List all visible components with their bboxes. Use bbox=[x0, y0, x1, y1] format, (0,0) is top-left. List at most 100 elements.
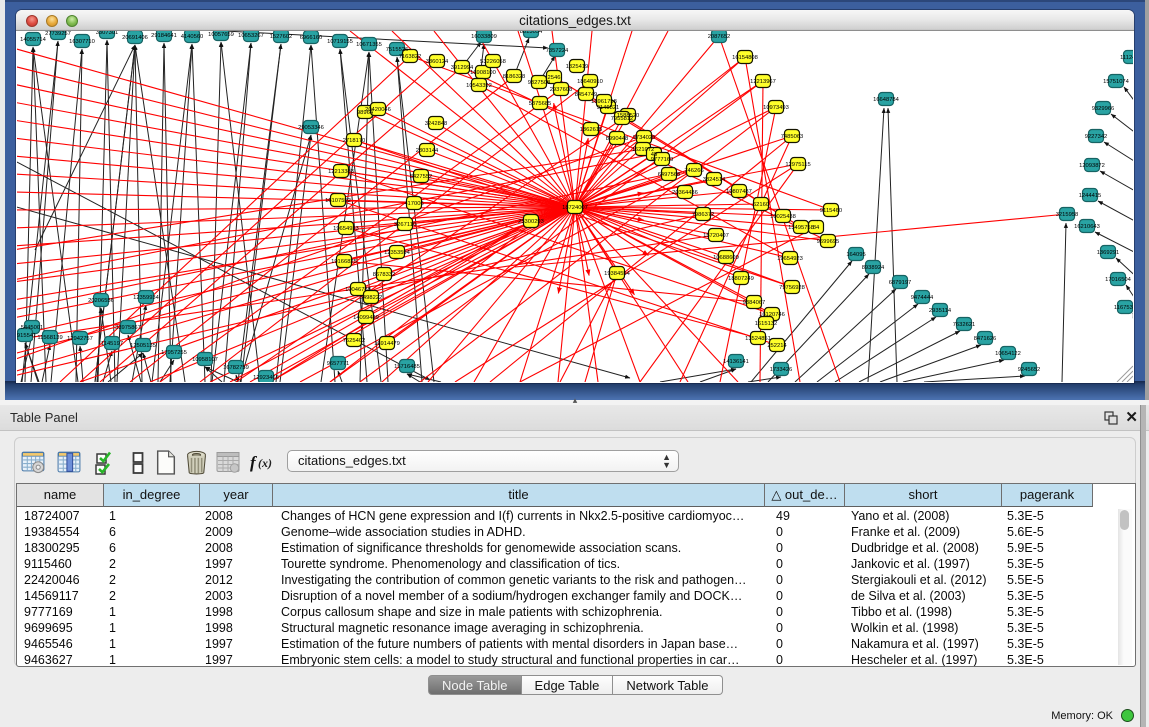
svg-text:10654122: 10654122 bbox=[995, 351, 1021, 357]
svg-text:1615132: 1615132 bbox=[755, 321, 778, 327]
svg-text:5875685: 5875685 bbox=[529, 101, 552, 107]
svg-text:14099489: 14099489 bbox=[353, 315, 379, 321]
svg-text:9699695: 9699695 bbox=[817, 239, 840, 245]
svg-text:2935114: 2935114 bbox=[929, 308, 952, 314]
svg-text:417006: 417006 bbox=[404, 201, 423, 207]
svg-text:746266: 746266 bbox=[684, 168, 703, 174]
svg-text:15720407: 15720407 bbox=[703, 233, 729, 239]
svg-text:6966160: 6966160 bbox=[300, 35, 323, 41]
svg-text:5445001: 5445001 bbox=[21, 325, 44, 331]
svg-text:25300293: 25300293 bbox=[518, 219, 544, 225]
svg-text:7485063: 7485063 bbox=[781, 134, 804, 140]
svg-text:1369291: 1369291 bbox=[1097, 250, 1120, 256]
svg-text:8813054: 8813054 bbox=[520, 31, 543, 35]
svg-text:53226058: 53226058 bbox=[480, 59, 506, 65]
svg-text:20206556: 20206556 bbox=[88, 298, 114, 304]
svg-text:10807487: 10807487 bbox=[726, 189, 752, 195]
svg-text:8471626: 8471626 bbox=[974, 336, 997, 342]
svg-text:20420046: 20420046 bbox=[365, 107, 391, 113]
svg-text:1325419: 1325419 bbox=[566, 64, 589, 70]
svg-text:16914479: 16914479 bbox=[374, 341, 400, 347]
svg-text:13495758: 13495758 bbox=[788, 225, 814, 231]
svg-text:10973493: 10973493 bbox=[763, 105, 789, 111]
svg-text:33975867: 33975867 bbox=[115, 325, 141, 331]
svg-text:16307710: 16307710 bbox=[69, 39, 95, 45]
svg-text:9777169: 9777169 bbox=[651, 157, 674, 163]
svg-text:7955812: 7955812 bbox=[611, 116, 634, 122]
svg-text:16210643: 16210643 bbox=[1074, 224, 1100, 230]
svg-text:7632621: 7632621 bbox=[953, 322, 976, 328]
svg-text:8454749: 8454749 bbox=[575, 92, 598, 98]
svg-text:1362615: 1362615 bbox=[580, 127, 603, 133]
svg-text:8938924: 8938924 bbox=[862, 265, 885, 271]
svg-text:20691406: 20691406 bbox=[122, 35, 148, 41]
svg-text:10958107: 10958107 bbox=[192, 357, 218, 363]
svg-text:8678332: 8678332 bbox=[373, 272, 396, 278]
svg-text:10046788: 10046788 bbox=[345, 287, 371, 293]
svg-text:2546: 2546 bbox=[548, 75, 561, 81]
svg-text:8990448: 8990448 bbox=[606, 136, 629, 142]
svg-text:3860124: 3860124 bbox=[426, 59, 449, 65]
svg-text:15751074: 15751074 bbox=[1103, 79, 1130, 85]
svg-text:16154808: 16154808 bbox=[732, 55, 758, 61]
svg-text:15716485: 15716485 bbox=[394, 364, 420, 370]
svg-text:12942757: 12942757 bbox=[67, 336, 93, 342]
svg-text:7515526: 7515526 bbox=[386, 47, 409, 53]
svg-text:62160: 62160 bbox=[753, 202, 769, 208]
svg-text:f: f bbox=[250, 453, 258, 472]
svg-text:9227342: 9227342 bbox=[1085, 134, 1108, 140]
svg-text:7986372: 7986372 bbox=[692, 212, 715, 218]
svg-text:29184641: 29184641 bbox=[151, 33, 177, 39]
svg-text:10057659: 10057659 bbox=[208, 32, 234, 38]
svg-text:3215958: 3215958 bbox=[1056, 212, 1079, 218]
svg-text:27739257: 27739257 bbox=[45, 31, 71, 37]
svg-text:12359934: 12359934 bbox=[133, 295, 160, 301]
svg-text:1733426: 1733426 bbox=[770, 367, 793, 373]
svg-text:19654933: 19654933 bbox=[333, 226, 359, 232]
svg-text:1112456: 1112456 bbox=[1120, 55, 1133, 61]
svg-text:9734028: 9734028 bbox=[633, 135, 656, 141]
svg-text:2803144: 2803144 bbox=[416, 148, 439, 154]
svg-text:14136141: 14136141 bbox=[723, 359, 749, 365]
svg-text:19166825: 19166825 bbox=[331, 259, 357, 265]
svg-text:17016504: 17016504 bbox=[1105, 277, 1132, 283]
svg-text:5498222: 5498222 bbox=[360, 295, 383, 301]
svg-text:9657771: 9657771 bbox=[327, 361, 350, 367]
svg-text:79756928: 79756928 bbox=[779, 285, 805, 291]
svg-text:9115460: 9115460 bbox=[820, 208, 842, 214]
svg-text:9384067: 9384067 bbox=[743, 300, 766, 306]
svg-text:7625402: 7625402 bbox=[343, 338, 366, 344]
svg-text:10025438: 10025438 bbox=[770, 214, 796, 220]
svg-text:16782759: 16782759 bbox=[223, 365, 249, 371]
svg-text:2937608: 2937608 bbox=[550, 87, 573, 93]
svg-text:8427552: 8427552 bbox=[410, 174, 433, 180]
svg-text:12093872: 12093872 bbox=[1079, 163, 1105, 169]
svg-text:3267110: 3267110 bbox=[394, 222, 416, 228]
svg-text:3307301: 3307301 bbox=[96, 31, 119, 36]
svg-text:(x): (x) bbox=[258, 456, 272, 470]
svg-text:18640910: 18640910 bbox=[577, 79, 603, 85]
svg-text:10719155: 10719155 bbox=[327, 39, 353, 45]
svg-text:3824514: 3824514 bbox=[703, 177, 726, 183]
svg-text:9474444: 9474444 bbox=[911, 295, 934, 301]
svg-text:16120746: 16120746 bbox=[759, 312, 785, 318]
svg-text:16908100: 16908100 bbox=[470, 70, 496, 76]
svg-text:84: 84 bbox=[813, 225, 820, 231]
svg-text:7357224: 7357224 bbox=[546, 48, 569, 54]
svg-text:16033809: 16033809 bbox=[471, 34, 497, 40]
svg-text:18724007: 18724007 bbox=[562, 205, 588, 211]
svg-text:12353594: 12353594 bbox=[384, 250, 411, 256]
svg-text:12923466: 12923466 bbox=[253, 375, 279, 381]
svg-text:2718170: 2718170 bbox=[343, 138, 366, 144]
svg-text:9329966: 9329966 bbox=[1092, 106, 1115, 112]
svg-text:12505135: 12505135 bbox=[130, 343, 156, 349]
svg-text:4140560: 4140560 bbox=[181, 34, 204, 40]
svg-text:9245652: 9245652 bbox=[1018, 367, 1041, 373]
svg-text:20364436: 20364436 bbox=[672, 190, 698, 196]
svg-text:10688609: 10688609 bbox=[713, 255, 739, 261]
svg-text:164095: 164095 bbox=[846, 252, 865, 258]
svg-text:10653267: 10653267 bbox=[238, 33, 264, 39]
svg-text:11568139: 11568139 bbox=[37, 335, 62, 341]
svg-text:7163822: 7163822 bbox=[399, 54, 422, 60]
svg-text:3915541: 3915541 bbox=[17, 333, 36, 339]
